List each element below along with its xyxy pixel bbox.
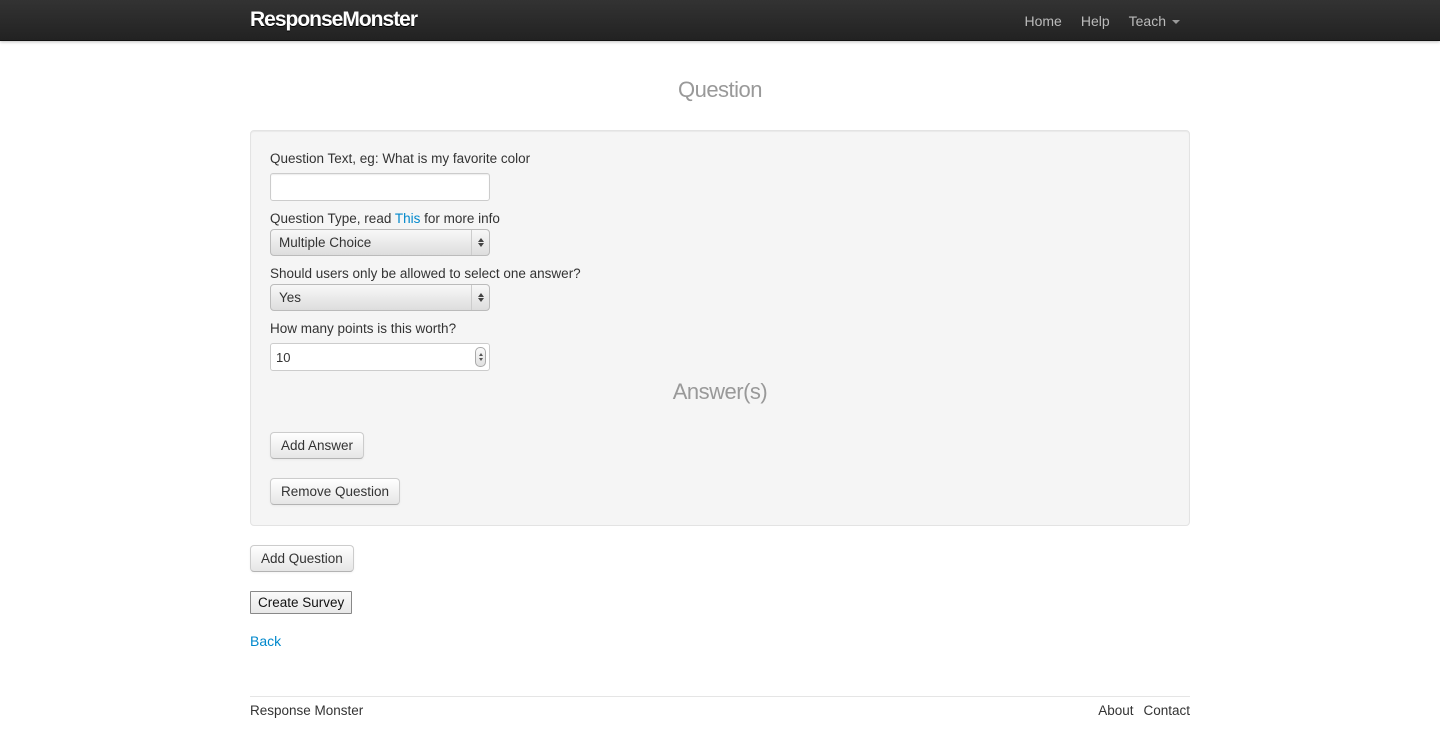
- caret-down-icon: [1172, 19, 1180, 24]
- back-link[interactable]: Back: [250, 633, 281, 649]
- question-type-value: Multiple Choice: [279, 235, 372, 250]
- page-title: Question: [677, 77, 763, 102]
- nav-links: Home Help Teach: [1005, 0, 1180, 41]
- select-arrows-icon: [471, 230, 489, 255]
- select-arrows-icon: [471, 285, 489, 310]
- footer-links: About Contact: [1088, 703, 1190, 718]
- single-answer-label: Should users only be allowed to select o…: [270, 266, 581, 281]
- single-answer-value: Yes: [279, 290, 302, 305]
- answers-section-title: Answer(s): [672, 379, 768, 404]
- question-text-label: Question Text, eg: What is my favorite c…: [270, 151, 531, 166]
- question-type-label-prefix: Question Type, read: [270, 211, 395, 226]
- add-question-button[interactable]: Add Question: [250, 545, 354, 572]
- points-number-input[interactable]: 10: [270, 343, 490, 371]
- brand-logo[interactable]: ResponseMonster: [250, 8, 418, 32]
- footer-divider: [250, 696, 1190, 697]
- footer-about-link[interactable]: About: [1098, 703, 1133, 718]
- footer-site-name: Response Monster: [250, 703, 364, 718]
- nav-home-link[interactable]: Home: [1024, 13, 1061, 29]
- points-value: 10: [276, 350, 291, 365]
- points-label: How many points is this worth?: [270, 321, 457, 336]
- nav-teach-dropdown[interactable]: Teach: [1129, 13, 1180, 29]
- question-type-info-link[interactable]: This: [395, 211, 421, 226]
- question-type-select[interactable]: Multiple Choice: [270, 229, 490, 256]
- question-panel: Question Text, eg: What is my favorite c…: [250, 130, 1190, 526]
- create-survey-button[interactable]: Create Survey: [250, 591, 353, 614]
- nav-teach-label: Teach: [1128, 12, 1166, 29]
- single-answer-select[interactable]: Yes: [270, 284, 490, 311]
- top-navbar: ResponseMonster Home Help Teach: [0, 0, 1440, 41]
- footer-contact-link[interactable]: Contact: [1143, 703, 1190, 718]
- number-spinner-icon[interactable]: [475, 347, 486, 367]
- question-text-input[interactable]: [270, 173, 490, 201]
- nav-help-link[interactable]: Help: [1081, 13, 1110, 29]
- question-type-label-suffix: for more info: [420, 211, 500, 226]
- remove-question-button[interactable]: Remove Question: [270, 478, 401, 505]
- question-type-label: Question Type, read This for more info: [270, 211, 500, 226]
- add-answer-button[interactable]: Add Answer: [270, 432, 365, 459]
